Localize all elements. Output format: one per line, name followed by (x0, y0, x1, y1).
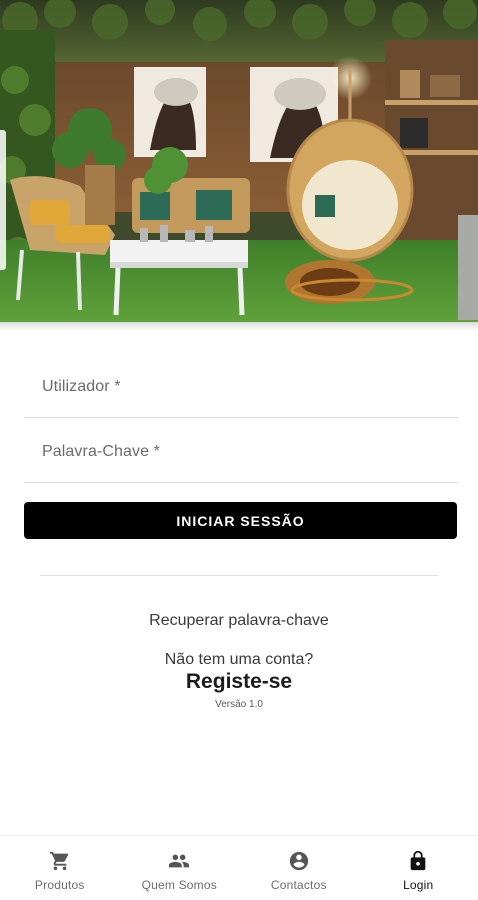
nav-label-contactos: Contactos (270, 878, 327, 892)
people-icon (169, 854, 190, 868)
bottom-navigation: Produtos Quem Somos Contactos Login (0, 835, 478, 900)
password-input[interactable] (24, 419, 458, 482)
register-link[interactable]: Registe-se (0, 670, 478, 694)
nav-label-quem-somos: Quem Somos (141, 878, 217, 892)
account-circle-icon (289, 851, 308, 871)
login-button[interactable]: INICIAR SESSÃO (24, 502, 457, 539)
no-account-text: Não tem uma conta? (164, 651, 314, 668)
nav-label-produtos: Produtos (34, 878, 85, 892)
divider (40, 575, 438, 576)
hero-divider (0, 322, 478, 332)
password-field[interactable]: Palavra-Chave * (24, 419, 458, 483)
lock-icon (410, 850, 426, 871)
nav-item-produtos[interactable]: Produtos (0, 836, 120, 900)
username-field[interactable]: Utilizador * (24, 354, 458, 418)
scroll-edge-indicator (0, 130, 6, 270)
version-label: Versão 1.0 (215, 699, 263, 710)
recover-password-link[interactable]: Recuperar palavra-chave (0, 612, 478, 630)
nav-item-login[interactable]: Login (359, 836, 478, 900)
nav-item-contactos[interactable]: Contactos (239, 836, 359, 900)
hero-image (0, 0, 478, 322)
nav-label-login: Login (403, 878, 434, 892)
shopping-cart-icon (49, 851, 69, 871)
nav-item-quem-somos[interactable]: Quem Somos (120, 836, 240, 900)
username-input[interactable] (24, 354, 458, 417)
